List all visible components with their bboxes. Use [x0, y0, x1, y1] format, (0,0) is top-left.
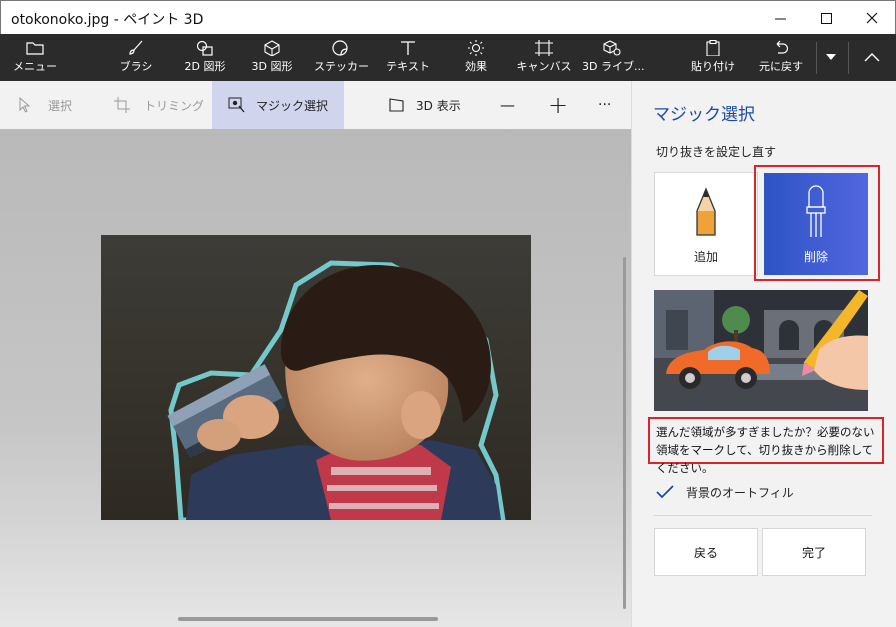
- pointer-icon: [19, 97, 31, 113]
- title-bar: otokonoko.jpg - ペイント 3D: [0, 0, 896, 34]
- panel-subtitle: 切り抜きを設定し直す: [656, 145, 777, 159]
- ribbon-canvas[interactable]: キャンバス: [516, 34, 572, 81]
- zoom-out-icon: —: [500, 96, 515, 114]
- text-icon: [401, 41, 415, 55]
- chevron-up-icon: [864, 53, 880, 62]
- remove-highlight-frame: 削除: [754, 165, 880, 281]
- paste-label: 貼り付け: [691, 60, 735, 73]
- crop-icon: [114, 97, 130, 113]
- close-icon: [866, 12, 878, 24]
- zoom-in-button[interactable]: +: [548, 81, 568, 129]
- canvas-icon: [535, 40, 553, 56]
- view-3d-icon: [389, 98, 404, 112]
- clipboard-icon: [706, 40, 720, 56]
- canvas-image[interactable]: [101, 235, 531, 520]
- divider: [816, 42, 817, 74]
- folder-icon: [26, 42, 44, 55]
- ribbon-label: 3D 図形: [251, 60, 293, 73]
- sun-icon: [468, 40, 484, 56]
- menu-label: メニュー: [13, 60, 57, 73]
- sticker-icon: [332, 40, 348, 56]
- back-button[interactable]: 戻る: [654, 528, 758, 576]
- ribbon-2d-shapes[interactable]: 2D 図形: [178, 34, 232, 81]
- view-3d-button[interactable]: 3D 表示: [388, 81, 461, 129]
- canvas-workspace[interactable]: [0, 129, 631, 627]
- vertical-scrollbar[interactable]: [623, 257, 626, 609]
- zoom-in-icon: +: [548, 91, 569, 119]
- ribbon-label: 3D ライブ...: [582, 60, 645, 73]
- chevron-down-icon: [826, 54, 836, 60]
- add-button[interactable]: 追加: [654, 172, 758, 276]
- select-label: 選択: [48, 98, 73, 113]
- autofill-checkbox[interactable]: 背景のオートフィル: [654, 481, 794, 503]
- maximize-icon: [820, 12, 832, 24]
- car-eraser-illustration: [654, 290, 868, 411]
- zoom-out-button[interactable]: —: [500, 81, 515, 129]
- back-label: 戻る: [693, 545, 718, 560]
- checkbox-box[interactable]: [654, 481, 676, 503]
- done-label: 完了: [801, 545, 826, 560]
- shapes-2d-icon: [196, 40, 213, 56]
- window-title: otokonoko.jpg - ペイント 3D: [11, 12, 204, 28]
- checkmark-icon: [656, 485, 674, 499]
- ellipsis-icon: ···: [598, 97, 612, 113]
- crop-tool[interactable]: トリミング: [114, 81, 204, 129]
- tutorial-illustration: [654, 290, 868, 411]
- collapse-ribbon-button[interactable]: [852, 34, 892, 81]
- photo-boy-drinking: [167, 260, 506, 520]
- divider: [654, 515, 872, 516]
- ribbon-stickers[interactable]: ステッカー: [314, 34, 369, 81]
- crop-label: トリミング: [144, 98, 205, 113]
- select-tool[interactable]: 選択: [18, 81, 72, 129]
- close-button[interactable]: [849, 1, 895, 35]
- magic-select-label: マジック選択: [256, 98, 329, 113]
- hint-text: 選んだ領域が多すぎましたか？必要のない領域をマークして、切り抜きから削除してくだ…: [648, 417, 884, 475]
- remove-label: 削除: [803, 250, 828, 264]
- ribbon-3d-shapes[interactable]: 3D 図形: [246, 34, 298, 81]
- eraser-icon: [806, 185, 826, 237]
- pencil-icon: [696, 187, 716, 236]
- ribbon-text[interactable]: テキスト: [384, 34, 432, 81]
- ribbon-brushes[interactable]: ブラシ: [112, 34, 160, 81]
- ribbon-effects[interactable]: 効果: [452, 34, 500, 81]
- divider: [848, 42, 849, 74]
- view-3d-label: 3D 表示: [416, 98, 461, 113]
- magic-select-icon: [228, 97, 245, 113]
- ribbon-label: 効果: [465, 60, 487, 73]
- ribbon: メニュー ブラシ 2D 図形 3D 図形 ステッカー テキスト 効果 キャンバス…: [0, 34, 896, 81]
- remove-button[interactable]: 削除: [764, 173, 868, 275]
- menu-button[interactable]: メニュー: [0, 34, 70, 81]
- done-button[interactable]: 完了: [762, 528, 866, 576]
- add-label: 追加: [693, 250, 718, 264]
- cube-icon: [264, 40, 280, 56]
- ribbon-label: キャンバス: [516, 60, 572, 73]
- horizontal-scrollbar[interactable]: [178, 617, 438, 621]
- minimize-icon: [774, 18, 786, 19]
- more-options-button[interactable]: ···: [598, 81, 611, 129]
- brush-icon: [129, 40, 143, 55]
- minimize-button[interactable]: [757, 1, 803, 35]
- undo-icon: [776, 40, 789, 54]
- toolbar: 選択 トリミング マジック選択 3D 表示 — + ···: [0, 81, 631, 129]
- magic-select-panel: マジック選択 切り抜きを設定し直す 追加 削除 選んだ領域が多すぎましたか？必要…: [631, 81, 896, 627]
- ribbon-label: 2D 図形: [184, 60, 226, 73]
- ribbon-label: テキスト: [386, 60, 430, 73]
- magic-select-tool[interactable]: マジック選択: [212, 81, 344, 129]
- autofill-label: 背景のオートフィル: [686, 485, 794, 500]
- undo-button[interactable]: 元に戻す: [752, 34, 810, 81]
- ribbon-label: ステッカー: [314, 60, 369, 73]
- ribbon-3d-library[interactable]: 3D ライブ...: [582, 34, 645, 81]
- ribbon-label: ブラシ: [119, 60, 153, 73]
- history-dropdown-button[interactable]: [818, 34, 844, 81]
- undo-label: 元に戻す: [759, 60, 803, 73]
- 3d-library-icon: [603, 40, 621, 56]
- maximize-button[interactable]: [803, 1, 849, 35]
- paste-button[interactable]: 貼り付け: [688, 34, 738, 81]
- panel-title: マジック選択: [653, 105, 755, 125]
